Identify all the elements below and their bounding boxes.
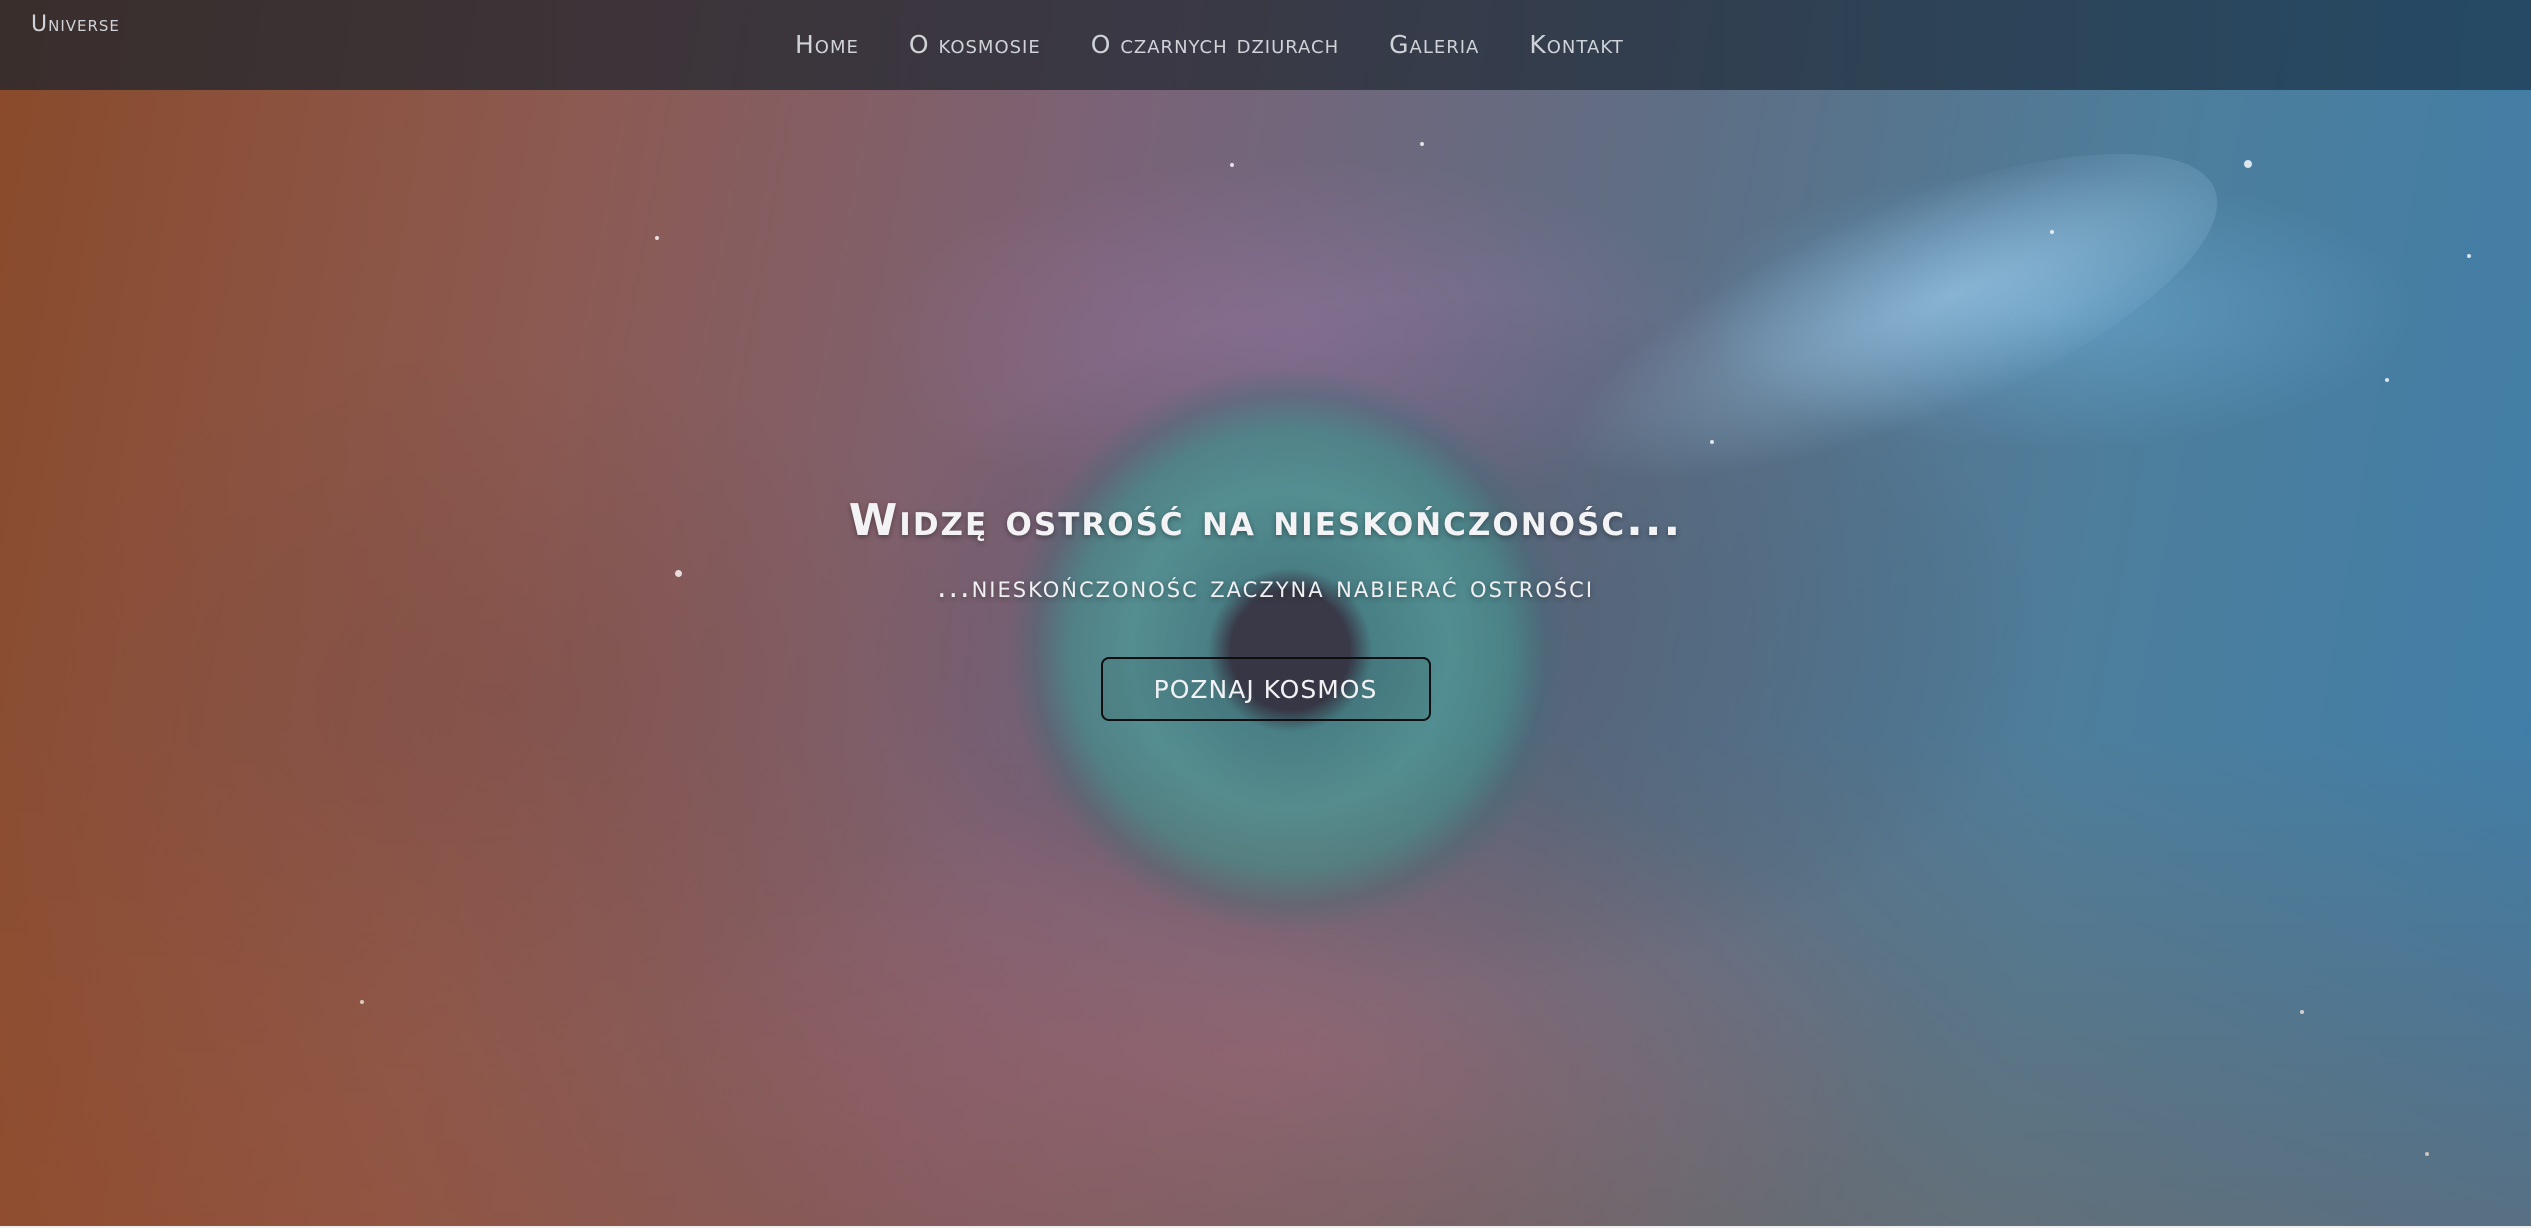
main-nav: Home O kosmosie O czarnych dziurach Gale… xyxy=(795,30,1624,59)
hero-subtitle: ...nieskończonośc zaczyna nabierać ostro… xyxy=(936,570,1595,605)
star xyxy=(2050,230,2054,234)
nav-item-kontakt[interactable]: Kontakt xyxy=(1529,30,1623,59)
star xyxy=(2467,254,2471,258)
hero-title: Widzę ostrość na nieskończonośc... xyxy=(848,495,1683,546)
star xyxy=(655,236,659,240)
top-navbar: Universe Home O kosmosie O czarnych dziu… xyxy=(0,0,2531,90)
star xyxy=(2425,1152,2429,1156)
nav-item-galeria[interactable]: Galeria xyxy=(1389,30,1479,59)
star xyxy=(2300,1010,2304,1014)
nav-item-home[interactable]: Home xyxy=(795,30,859,59)
star xyxy=(1420,142,1424,146)
star xyxy=(1230,163,1234,167)
star xyxy=(1710,440,1714,444)
nav-item-o-kosmosie[interactable]: O kosmosie xyxy=(909,30,1041,59)
star xyxy=(360,1000,364,1004)
brand-logo[interactable]: Universe xyxy=(31,12,120,37)
page: Universe Home O kosmosie O czarnych dziu… xyxy=(0,0,2531,1228)
star xyxy=(2244,160,2252,168)
hero-content: Widzę ostrość na nieskończonośc... ...ni… xyxy=(0,495,2531,721)
star xyxy=(2385,378,2389,382)
explore-cosmos-button[interactable]: POZNAJ KOSMOS xyxy=(1100,657,1431,721)
nav-item-o-czarnych-dziurach[interactable]: O czarnych dziurach xyxy=(1091,30,1339,59)
